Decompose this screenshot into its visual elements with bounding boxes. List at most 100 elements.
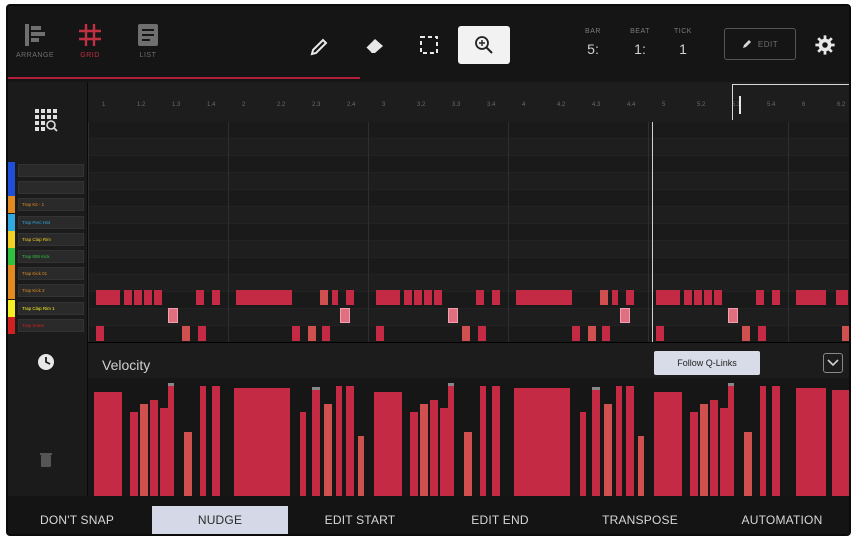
- edit-start-button[interactable]: EDIT START: [292, 506, 428, 534]
- zoom-tool-button[interactable]: [458, 26, 510, 64]
- velocity-bar[interactable]: [358, 436, 364, 496]
- velocity-bar[interactable]: [464, 432, 472, 496]
- note-event[interactable]: [476, 290, 484, 305]
- velocity-bar[interactable]: [200, 386, 206, 496]
- note-event[interactable]: [198, 326, 206, 341]
- velocity-bar[interactable]: [374, 392, 402, 496]
- note-event[interactable]: [602, 326, 610, 341]
- note-event[interactable]: [404, 290, 412, 305]
- note-event[interactable]: [656, 326, 664, 341]
- note-event[interactable]: [742, 326, 750, 341]
- clock-icon[interactable]: [36, 352, 56, 372]
- note-event[interactable]: [572, 326, 580, 341]
- note-event[interactable]: [836, 290, 848, 305]
- velocity-bar[interactable]: [492, 386, 500, 496]
- velocity-bar[interactable]: [430, 400, 438, 496]
- velocity-bar[interactable]: [720, 408, 728, 496]
- velocity-bar[interactable]: [514, 388, 570, 496]
- tick-position[interactable]: TICK 1: [670, 28, 696, 57]
- pencil-tool-button[interactable]: [294, 26, 346, 64]
- velocity-bar[interactable]: [168, 386, 174, 496]
- velocity-bar[interactable]: [710, 400, 718, 496]
- lane-dropdown-button[interactable]: [823, 353, 843, 373]
- velocity-bar[interactable]: [744, 432, 752, 496]
- note-event[interactable]: [516, 290, 572, 305]
- pad-row[interactable]: Trap 808 Kick: [8, 248, 88, 265]
- note-event[interactable]: [756, 290, 764, 305]
- velocity-bar[interactable]: [448, 386, 454, 496]
- note-event[interactable]: [292, 326, 300, 341]
- pad-row[interactable]: Trap Perc Hat: [8, 213, 88, 231]
- velocity-bar[interactable]: [212, 386, 220, 496]
- note-event[interactable]: [414, 290, 422, 305]
- velocity-bar[interactable]: [234, 388, 290, 496]
- note-event[interactable]: [758, 326, 766, 341]
- timeline-ruler[interactable]: 1 1.2 1.3 1.4 2 2.2 2.3 2.4 3 3.2 3.3 3.4 4 4.2 4.3 4.4…: [88, 82, 849, 122]
- note-event[interactable]: [684, 290, 692, 305]
- velocity-bar[interactable]: [160, 408, 168, 496]
- velocity-bar[interactable]: [690, 412, 698, 496]
- velocity-bar[interactable]: [420, 404, 428, 496]
- velocity-bar[interactable]: [184, 432, 192, 496]
- note-event[interactable]: [714, 290, 722, 305]
- note-event[interactable]: [842, 326, 849, 341]
- nudge-button[interactable]: NUDGE: [152, 506, 288, 534]
- pad-row[interactable]: Trap Kit - 1: [8, 196, 88, 214]
- note-event[interactable]: [376, 290, 400, 305]
- velocity-bar[interactable]: [324, 404, 332, 496]
- velocity-bar[interactable]: [832, 390, 849, 496]
- note-event[interactable]: [424, 290, 432, 305]
- edit-button[interactable]: EDIT: [724, 28, 796, 60]
- note-event[interactable]: [154, 290, 162, 305]
- note-event[interactable]: [96, 290, 120, 305]
- note-event[interactable]: [182, 326, 190, 341]
- note-event[interactable]: [620, 308, 630, 323]
- pad-grid-view-button[interactable]: [30, 104, 62, 136]
- note-event[interactable]: [236, 290, 292, 305]
- trash-icon[interactable]: [39, 452, 53, 468]
- note-event[interactable]: [448, 308, 458, 323]
- note-event[interactable]: [626, 290, 634, 305]
- follow-q-links-button[interactable]: Follow Q-Links: [654, 351, 760, 375]
- pad-row[interactable]: [8, 162, 88, 179]
- note-event[interactable]: [600, 290, 608, 305]
- note-event[interactable]: [478, 326, 486, 341]
- transpose-button[interactable]: TRANSPOSE: [572, 506, 708, 534]
- note-event[interactable]: [332, 290, 338, 305]
- beat-position[interactable]: BEAT 1:: [626, 28, 654, 57]
- pad-row[interactable]: Trap Clap Rim: [8, 230, 88, 248]
- eraser-tool-button[interactable]: [348, 26, 400, 64]
- velocity-lane[interactable]: [88, 378, 849, 496]
- tab-list[interactable]: LIST: [123, 20, 173, 72]
- note-event[interactable]: [704, 290, 712, 305]
- velocity-bar[interactable]: [700, 404, 708, 496]
- velocity-bar[interactable]: [410, 412, 418, 496]
- velocity-bar[interactable]: [796, 388, 826, 496]
- note-event[interactable]: [322, 326, 330, 341]
- tab-arrange[interactable]: ARRANGE: [10, 20, 60, 72]
- velocity-bar[interactable]: [592, 390, 600, 496]
- velocity-bar[interactable]: [616, 386, 622, 496]
- velocity-bar[interactable]: [150, 400, 158, 496]
- velocity-bar[interactable]: [140, 404, 148, 496]
- bar-position[interactable]: BAR 5:: [580, 28, 606, 57]
- note-event[interactable]: [96, 326, 104, 341]
- note-event[interactable]: [588, 326, 596, 341]
- tab-grid[interactable]: GRID: [65, 20, 115, 72]
- dont-snap-button[interactable]: DON'T SNAP: [12, 506, 142, 534]
- note-event[interactable]: [728, 308, 738, 323]
- velocity-bar[interactable]: [604, 404, 612, 496]
- note-event[interactable]: [134, 290, 142, 305]
- note-event[interactable]: [612, 290, 618, 305]
- pad-row[interactable]: [8, 179, 88, 197]
- select-tool-button[interactable]: [403, 26, 455, 64]
- velocity-bar[interactable]: [94, 392, 122, 496]
- note-event[interactable]: [124, 290, 132, 305]
- note-event[interactable]: [320, 290, 328, 305]
- velocity-bar[interactable]: [638, 436, 644, 496]
- velocity-bar[interactable]: [728, 386, 734, 496]
- velocity-bar[interactable]: [336, 386, 342, 496]
- pad-row[interactable]: Trap Clap Rim 1: [8, 299, 88, 317]
- velocity-bar[interactable]: [772, 386, 780, 496]
- settings-button[interactable]: [810, 30, 840, 60]
